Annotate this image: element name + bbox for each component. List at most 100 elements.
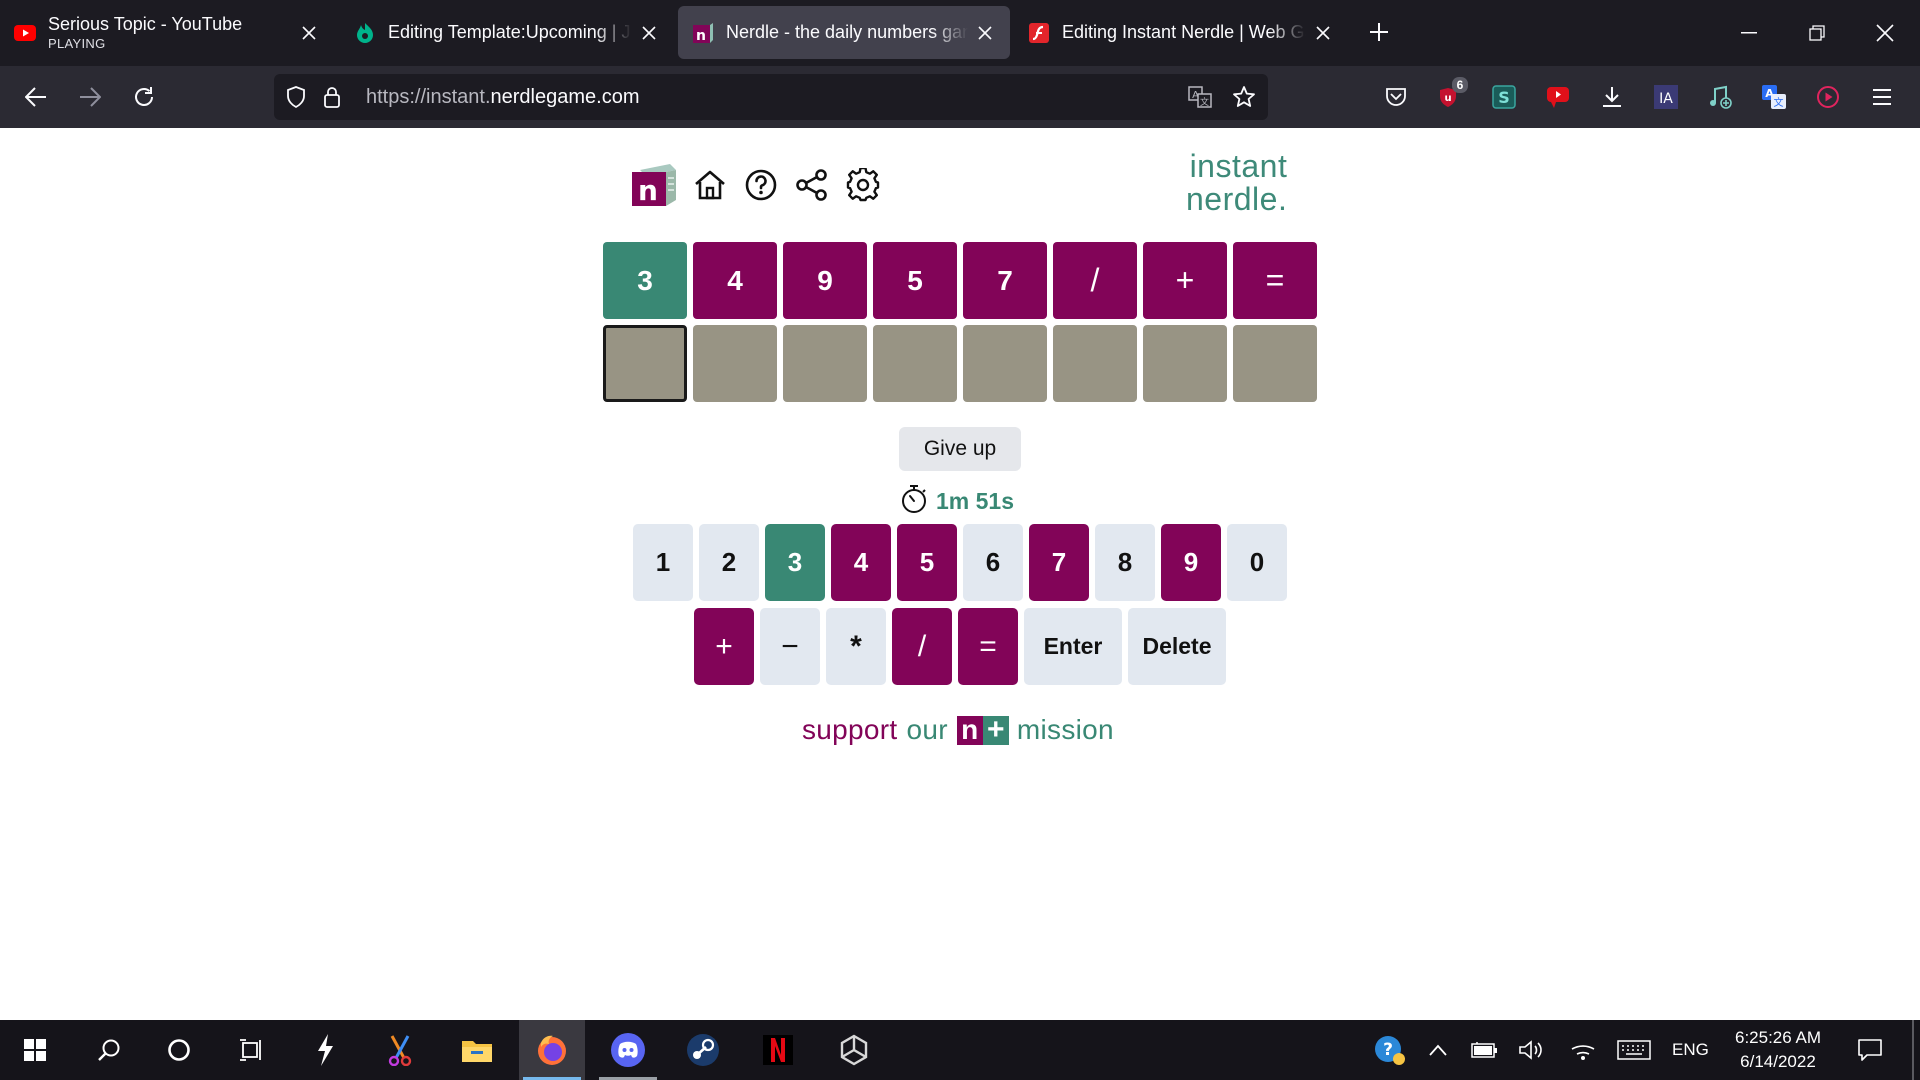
url-prefix: https://instant. — [366, 86, 491, 108]
key-1[interactable]: 1 — [633, 524, 693, 601]
board-tile-active[interactable] — [603, 325, 687, 402]
s-extension-icon[interactable]: S — [1488, 81, 1520, 113]
keyboard-icon[interactable] — [1614, 1034, 1654, 1066]
netflix-icon[interactable] — [745, 1020, 811, 1080]
extension-badge: 6 — [1452, 77, 1468, 93]
help-tray-icon[interactable]: ? — [1372, 1034, 1408, 1066]
translate-icon[interactable]: A文 — [1188, 85, 1212, 109]
key-enter[interactable]: Enter — [1024, 608, 1122, 685]
steam-icon[interactable] — [670, 1020, 736, 1080]
cortana-icon[interactable] — [146, 1020, 212, 1080]
pocket-icon[interactable] — [1380, 81, 1412, 113]
svg-text:n: n — [696, 28, 706, 44]
snip-tool-icon[interactable] — [368, 1020, 434, 1080]
new-tab-button[interactable] — [1364, 17, 1394, 47]
tab-editing-template[interactable]: Editing Template:Upcoming | Ju — [340, 6, 674, 59]
key-0[interactable]: 0 — [1227, 524, 1287, 601]
music-add-icon[interactable] — [1704, 81, 1736, 113]
file-explorer-icon[interactable] — [444, 1020, 510, 1080]
flash-icon — [1028, 22, 1050, 44]
board-tile: 4 — [693, 242, 777, 319]
board-tile[interactable] — [693, 325, 777, 402]
clock-date: 6/14/2022 — [1740, 1052, 1816, 1071]
our-word: our — [906, 714, 948, 745]
instant-nerdle-brand[interactable]: instant nerdle. — [1186, 150, 1287, 216]
unity-icon[interactable] — [821, 1020, 887, 1080]
give-up-button[interactable]: Give up — [899, 427, 1021, 471]
svg-text:n: n — [638, 174, 658, 207]
wifi-icon[interactable] — [1566, 1034, 1600, 1066]
key-8[interactable]: 8 — [1095, 524, 1155, 601]
key-divide[interactable]: / — [892, 608, 952, 685]
key-5[interactable]: 5 — [897, 524, 957, 601]
key-2[interactable]: 2 — [699, 524, 759, 601]
ublock-icon[interactable]: u 6 — [1434, 77, 1468, 113]
restore-button[interactable] — [1794, 14, 1840, 52]
language-indicator[interactable]: ENG — [1672, 1040, 1709, 1060]
url-domain: nerdlegame.com — [490, 86, 640, 108]
key-minus[interactable]: − — [760, 608, 820, 685]
battery-icon[interactable] — [1468, 1034, 1502, 1066]
key-multiply[interactable]: * — [826, 608, 886, 685]
board-tile[interactable] — [873, 325, 957, 402]
media-player-icon[interactable] — [1812, 81, 1844, 113]
notifications-icon[interactable] — [1852, 1034, 1888, 1066]
start-button[interactable] — [2, 1020, 68, 1080]
chevron-up-icon[interactable] — [1422, 1034, 1454, 1066]
settings-gear-icon[interactable] — [843, 165, 883, 205]
url-text[interactable]: https://instant.nerdlegame.com — [366, 86, 639, 109]
show-desktop-divider[interactable] — [1912, 1020, 1914, 1080]
support-mission-link[interactable]: support our n + mission — [802, 712, 1114, 748]
key-6[interactable]: 6 — [963, 524, 1023, 601]
key-delete[interactable]: Delete — [1128, 608, 1226, 685]
nplus-plus: + — [982, 715, 1009, 745]
key-7[interactable]: 7 — [1029, 524, 1089, 601]
youtube-icon — [14, 22, 36, 44]
timer: 1m 51s — [900, 483, 1014, 519]
close-window-button[interactable] — [1862, 14, 1908, 52]
internet-archive-icon[interactable]: IA — [1650, 81, 1682, 113]
back-button[interactable] — [18, 79, 54, 115]
clock[interactable]: 6:25:26 AM 6/14/2022 — [1730, 1026, 1826, 1074]
minimize-button[interactable] — [1726, 14, 1772, 52]
key-plus[interactable]: + — [694, 608, 754, 685]
firefox-taskbar-icon[interactable] — [519, 1020, 585, 1080]
svg-text:S: S — [1498, 88, 1510, 107]
nerdle-logo-icon[interactable]: n — [630, 162, 678, 208]
board-tile[interactable] — [963, 325, 1047, 402]
key-equals[interactable]: = — [958, 608, 1018, 685]
home-icon[interactable] — [690, 165, 730, 205]
app-lightning-icon[interactable] — [292, 1020, 358, 1080]
download-icon[interactable] — [1596, 81, 1628, 113]
close-icon[interactable] — [298, 22, 320, 44]
board-tile[interactable] — [1143, 325, 1227, 402]
shield-icon[interactable] — [284, 85, 308, 109]
tab-nerdle[interactable]: n Nerdle - the daily numbers gam — [678, 6, 1010, 59]
board-tile[interactable] — [783, 325, 867, 402]
search-icon[interactable] — [76, 1020, 142, 1080]
close-icon[interactable] — [638, 22, 660, 44]
url-bar[interactable]: https://instant.nerdlegame.com A文 — [274, 74, 1268, 120]
tab-editing-instant-nerdle[interactable]: Editing Instant Nerdle | Web Ga — [1014, 6, 1348, 59]
key-3[interactable]: 3 — [765, 524, 825, 601]
board-tile[interactable] — [1053, 325, 1137, 402]
lock-icon[interactable] — [320, 85, 344, 109]
tab-youtube[interactable]: Serious Topic - YouTube PLAYING — [0, 6, 334, 59]
key-4[interactable]: 4 — [831, 524, 891, 601]
task-view-icon[interactable] — [218, 1020, 284, 1080]
translator-icon[interactable]: A文 — [1758, 81, 1790, 113]
help-icon[interactable] — [741, 165, 781, 205]
share-icon[interactable] — [792, 165, 832, 205]
volume-icon[interactable] — [1514, 1034, 1548, 1066]
board-tile[interactable] — [1233, 325, 1317, 402]
menu-icon[interactable] — [1866, 81, 1898, 113]
bookmark-star-icon[interactable] — [1232, 85, 1256, 109]
key-9[interactable]: 9 — [1161, 524, 1221, 601]
forward-button[interactable] — [72, 79, 108, 115]
board-tile: / — [1053, 242, 1137, 319]
discord-icon[interactable] — [595, 1020, 661, 1080]
reload-button[interactable] — [126, 79, 162, 115]
youtube-dislike-icon[interactable] — [1542, 81, 1574, 113]
close-icon[interactable] — [974, 22, 996, 44]
close-icon[interactable] — [1312, 22, 1334, 44]
